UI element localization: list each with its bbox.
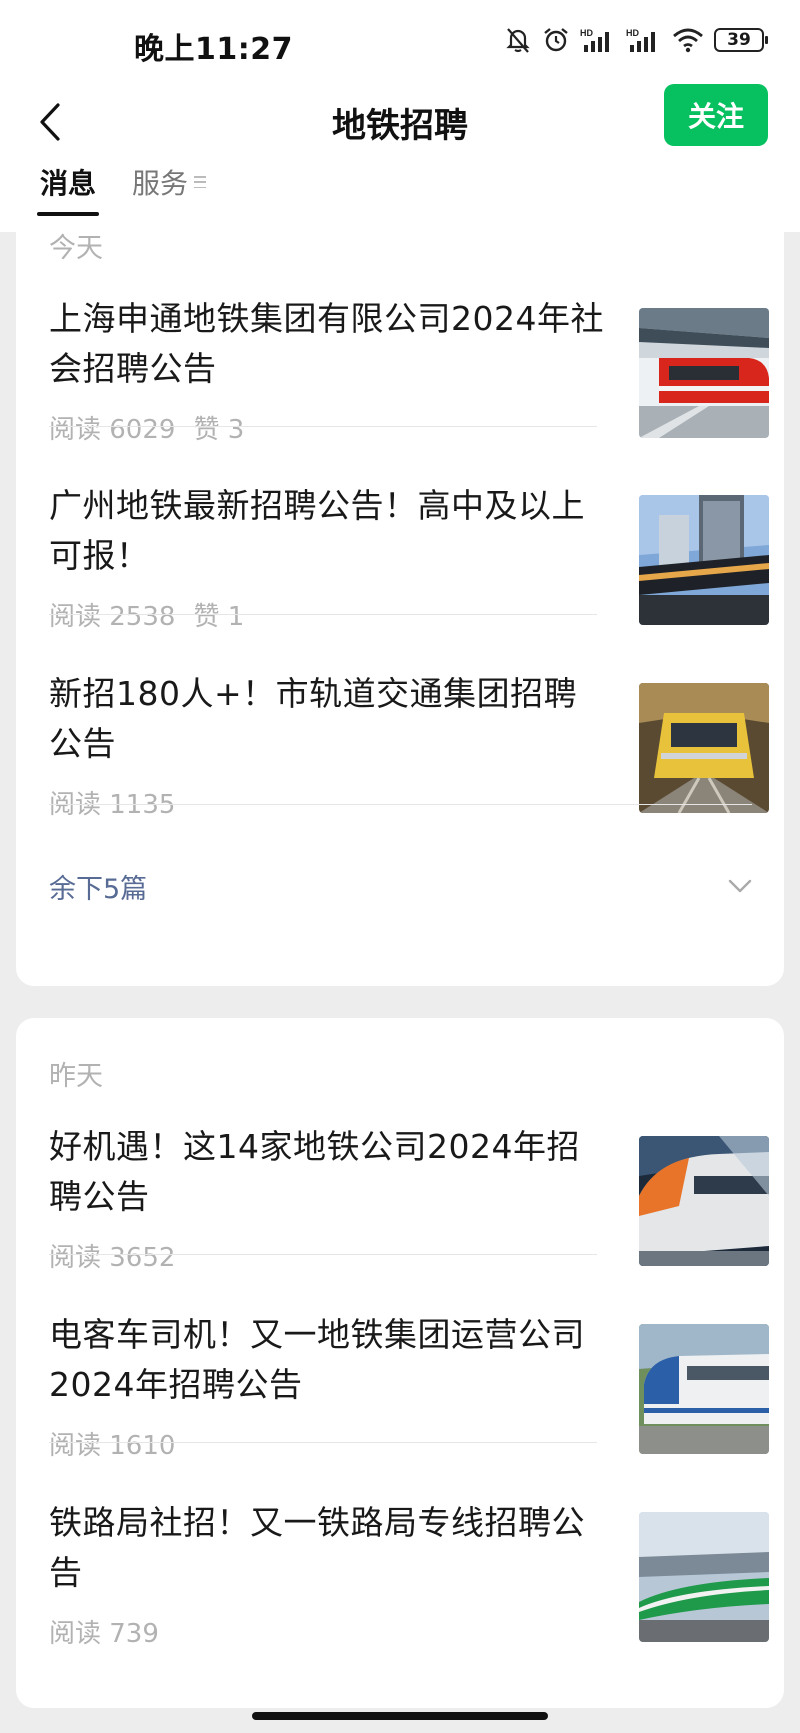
read-count: 阅读 6029	[49, 415, 176, 445]
read-count: 阅读 1135	[49, 790, 176, 820]
read-count: 阅读 3652	[49, 1243, 176, 1273]
article-title: 好机遇！这14家地铁公司2024年招聘公告	[49, 1127, 580, 1216]
article-item[interactable]: 铁路局社招！又一铁路局专线招聘公告 阅读 739	[49, 1498, 769, 1706]
divider	[49, 804, 752, 805]
menu-icon	[194, 176, 207, 188]
back-button[interactable]	[22, 94, 78, 150]
article-title: 广州地铁最新招聘公告！高中及以上可报！	[49, 486, 585, 575]
svg-text:HD: HD	[580, 28, 593, 38]
nav-bar: 地铁招聘 关注 消息 服务	[0, 84, 800, 232]
article-title: 新招180人+！市轨道交通集团招聘公告	[49, 674, 578, 763]
home-indicator[interactable]	[252, 1712, 548, 1720]
message-group-yesterday: 昨天 好机遇！这14家地铁公司2024年招聘公告 阅读 3652 电客车司机！又…	[16, 1018, 784, 1708]
divider	[49, 1442, 597, 1443]
divider	[49, 1254, 597, 1255]
article-item[interactable]: 电客车司机！又一地铁集团运营公司2024年招聘公告 阅读 1610	[49, 1310, 769, 1518]
signal-hd-icon: HD	[580, 28, 609, 52]
message-group-today: 今天 上海申通地铁集团有限公司2024年社会招聘公告 阅读 6029 赞 3 广…	[16, 216, 784, 986]
signal-hd-icon: HD	[626, 28, 655, 52]
article-title: 电客车司机！又一地铁集团运营公司2024年招聘公告	[49, 1315, 585, 1404]
article-thumbnail	[639, 1324, 769, 1454]
article-meta: 阅读 1610	[49, 1425, 175, 1462]
article-thumbnail	[639, 308, 769, 438]
article-item[interactable]: 新招180人+！市轨道交通集团招聘公告 阅读 1135	[49, 669, 769, 877]
more-articles-link: 余下5篇	[49, 873, 148, 905]
expand-more-row[interactable]: 余下5篇	[49, 856, 752, 916]
alarm-icon	[544, 28, 568, 52]
date-label: 今天	[49, 233, 103, 264]
battery-icon: 39	[714, 28, 768, 52]
article-title: 上海申通地铁集团有限公司2024年社会招聘公告	[49, 299, 604, 388]
chevron-left-icon	[40, 103, 60, 141]
read-count: 阅读 739	[49, 1619, 159, 1649]
read-count: 阅读 1610	[49, 1431, 176, 1461]
svg-text:HD: HD	[626, 28, 639, 38]
mute-bell-icon	[506, 28, 530, 53]
status-time: 晚上11:27	[134, 32, 293, 67]
article-thumbnail	[639, 1512, 769, 1642]
tab-bar: 消息 服务	[36, 162, 207, 216]
chevron-down-icon	[728, 879, 752, 893]
status-icons: HD HD 39	[504, 26, 768, 54]
date-label: 昨天	[49, 1061, 103, 1092]
article-meta: 阅读 1135	[49, 784, 175, 821]
article-title: 铁路局社招！又一铁路局专线招聘公告	[49, 1503, 585, 1592]
article-thumbnail	[639, 495, 769, 625]
wifi-icon	[673, 28, 703, 53]
status-bar: 晚上11:27 HD HD 39	[0, 0, 800, 84]
article-item[interactable]: 好机遇！这14家地铁公司2024年招聘公告 阅读 3652	[49, 1122, 769, 1330]
article-item[interactable]: 上海申通地铁集团有限公司2024年社会招聘公告 阅读 6029 赞 3	[49, 294, 769, 502]
article-item[interactable]: 广州地铁最新招聘公告！高中及以上可报！ 阅读 2538 赞 1	[49, 481, 769, 689]
tab-services-label: 服务	[132, 167, 189, 200]
divider	[49, 426, 597, 427]
tab-messages[interactable]: 消息	[36, 162, 100, 216]
follow-button[interactable]: 关注	[664, 84, 768, 146]
article-thumbnail	[639, 1136, 769, 1266]
article-thumbnail	[639, 683, 769, 813]
article-meta: 阅读 6029 赞 3	[49, 409, 244, 446]
like-count: 赞 3	[193, 415, 245, 445]
divider	[49, 614, 597, 615]
tab-services[interactable]: 服务	[132, 162, 207, 212]
article-meta: 阅读 3652	[49, 1237, 175, 1274]
article-meta: 阅读 739	[49, 1613, 159, 1650]
